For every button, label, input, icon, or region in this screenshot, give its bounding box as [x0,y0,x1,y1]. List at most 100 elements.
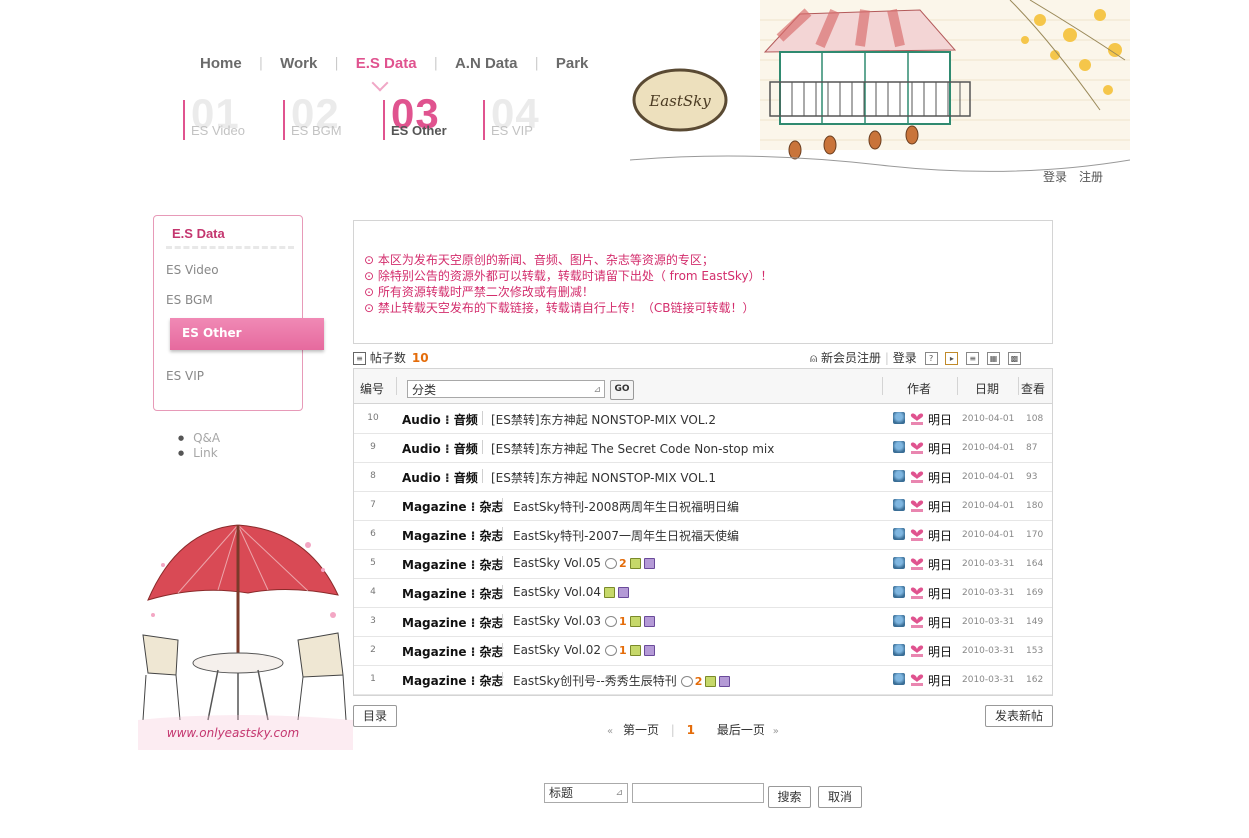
row-views: 108 [1026,414,1044,424]
row-author[interactable]: 明日 [928,556,952,573]
category-select[interactable]: 分类 [407,380,605,399]
table-row[interactable]: 3 Magazine ⁝ 杂志 EastSky Vol.03 1 明日 2010-03-3… [354,607,1052,637]
row-title[interactable]: EastSky Vol.05 2 [513,556,655,570]
row-category[interactable]: Audio ⁝ 音频 [402,411,478,428]
row-category[interactable]: Magazine ⁝ 杂志 [402,672,503,689]
row-author[interactable]: 明日 [928,469,952,486]
table-row[interactable]: 5 Magazine ⁝ 杂志 EastSky Vol.05 2 明日 2010-03-3… [354,549,1052,579]
search-input[interactable] [632,783,764,803]
sidebar-item-es-video[interactable]: ES Video [166,263,219,277]
row-category[interactable]: Audio ⁝ 音频 [402,440,478,457]
table-row[interactable]: 10 Audio ⁝ 音频 [ES禁转]东方神起 NONSTOP-MIX VOL.2… [354,404,1052,434]
help-icon[interactable]: ? [924,352,938,365]
nav-es-data[interactable]: E.S Data [356,55,417,72]
row-title[interactable]: EastSky Vol.02 1 [513,643,655,657]
table-row[interactable]: 4 Magazine ⁝ 杂志 EastSky Vol.04 明日 2010-03-31… [354,578,1052,608]
nav-work[interactable]: Work [280,55,317,72]
category-colon: ⁝ [466,616,480,630]
list-button[interactable]: 目录 [353,705,397,727]
comment-icon [680,676,693,687]
cancel-button[interactable]: 取消 [818,786,862,808]
sidebar-item-es-other[interactable]: ES Other [170,318,324,350]
row-title[interactable]: [ES禁转]东方神起 NONSTOP-MIX VOL.2 [491,411,716,428]
member-login-link[interactable]: 登录 [893,351,917,365]
subtab-es-bgm[interactable]: 02 ES BGM [283,90,373,142]
member-level-icon [893,615,905,627]
row-author[interactable]: 明日 [928,498,952,515]
row-author[interactable]: 明日 [928,585,952,602]
row-separator [502,643,503,657]
list-view-icon[interactable]: ≡ [966,352,980,365]
table-row[interactable]: 1 Magazine ⁝ 杂志 EastSky创刊号--秀秀生辰特刊 2 明日 2010-… [354,665,1052,695]
row-category[interactable]: Magazine ⁝ 杂志 [402,614,503,631]
table-row[interactable]: 6 Magazine ⁝ 杂志 EastSky特刊-2007一周年生日祝福天使编 明日… [354,520,1052,550]
subtab-es-vip[interactable]: 04 ES VIP [483,90,573,142]
subtab-label: ES BGM [291,123,342,138]
new-member-link[interactable]: 新会员注册 [821,351,881,365]
link-link[interactable]: Link [178,446,220,461]
search-button[interactable]: 搜索 [768,786,811,808]
row-title[interactable]: EastSky Vol.03 1 [513,614,655,628]
row-title-text: EastSky Vol.03 [513,614,601,628]
love-badge-icon [910,558,924,570]
comment-icon [604,616,617,627]
row-title[interactable]: EastSky创刊号--秀秀生辰特刊 2 [513,672,731,689]
row-author[interactable]: 明日 [928,672,952,689]
category-colon: ⁝ [466,500,480,514]
row-title[interactable]: [ES禁转]东方神起 The Secret Code Non-stop mix [491,440,774,457]
nav-an-data[interactable]: A.N Data [455,55,518,72]
first-page-link[interactable]: 第一页 [623,723,659,737]
nav-park[interactable]: Park [556,55,589,72]
row-category-en: Audio [402,442,441,456]
row-title[interactable]: EastSky特刊-2007一周年生日祝福天使编 [513,527,739,544]
table-row[interactable]: 7 Magazine ⁝ 杂志 EastSky特刊-2008两周年生日祝福明日编 明日… [354,491,1052,521]
row-category-cn: 杂志 [479,616,504,630]
subtab-es-other[interactable]: 03 ES Other [383,90,473,142]
pager-separator: | [670,723,675,737]
row-category[interactable]: Magazine ⁝ 杂志 [402,643,503,660]
row-number: 10 [367,413,379,423]
current-page[interactable]: 1 [687,723,695,737]
sidebar-item-es-vip[interactable]: ES VIP [166,369,204,383]
last-page-link[interactable]: 最后一页 [717,723,765,737]
row-category-en: Magazine [402,616,467,630]
category-go-button[interactable]: GO [610,380,634,400]
rss-icon[interactable]: ▸ [945,352,959,365]
row-title[interactable]: EastSky特刊-2008两周年生日祝福明日编 [513,498,739,515]
row-separator [502,498,503,512]
row-category[interactable]: Audio ⁝ 音频 [402,469,478,486]
row-category[interactable]: Magazine ⁝ 杂志 [402,556,503,573]
row-author[interactable]: 明日 [928,643,952,660]
row-category[interactable]: Magazine ⁝ 杂志 [402,527,503,544]
notice-line: ⊙ 所有资源转载时严禁二次修改或有删减！ [364,285,594,299]
register-link[interactable]: 注册 [1079,170,1103,184]
member-level-icon [893,586,905,598]
row-author[interactable]: 明日 [928,411,952,428]
table-row[interactable]: 2 Magazine ⁝ 杂志 EastSky Vol.02 1 明日 2010-03-3… [354,636,1052,666]
notice-line: ⊙ 本区为发布天空原创的新闻、音频、图片、杂志等资源的专区； [364,253,714,267]
row-date: 2010-04-01 [962,530,1015,540]
row-author[interactable]: 明日 [928,440,952,457]
table-row[interactable]: 8 Audio ⁝ 音频 [ES禁转]东方神起 NONSTOP-MIX VOL.1 明… [354,462,1052,492]
sidebar-divider [166,246,294,249]
table-row[interactable]: 9 Audio ⁝ 音频 [ES禁转]东方神起 The Secret Code No… [354,433,1052,463]
row-author[interactable]: 明日 [928,614,952,631]
gallery-view-icon[interactable]: ▩ [1007,352,1021,365]
row-author[interactable]: 明日 [928,527,952,544]
row-title[interactable]: EastSky Vol.04 [513,585,629,599]
new-post-button[interactable]: 发表新帖 [985,705,1053,727]
login-link[interactable]: 登录 [1043,170,1067,184]
row-category[interactable]: Magazine ⁝ 杂志 [402,498,503,515]
row-category[interactable]: Magazine ⁝ 杂志 [402,585,503,602]
row-number: 4 [370,587,376,597]
row-title[interactable]: [ES禁转]东方神起 NONSTOP-MIX VOL.1 [491,469,716,486]
grid-view-icon[interactable]: ▦ [987,352,1001,365]
love-badge-icon [910,587,924,599]
search-field-select[interactable]: 标题 [544,783,628,803]
col-author: 作者 [907,382,932,396]
subtab-es-video[interactable]: 01 ES Video [183,90,273,142]
sidebar-item-es-bgm[interactable]: ES BGM [166,293,213,307]
nav-home[interactable]: Home [200,55,242,72]
qa-link[interactable]: Q&A [178,431,220,446]
row-date: 2010-03-31 [962,646,1015,656]
